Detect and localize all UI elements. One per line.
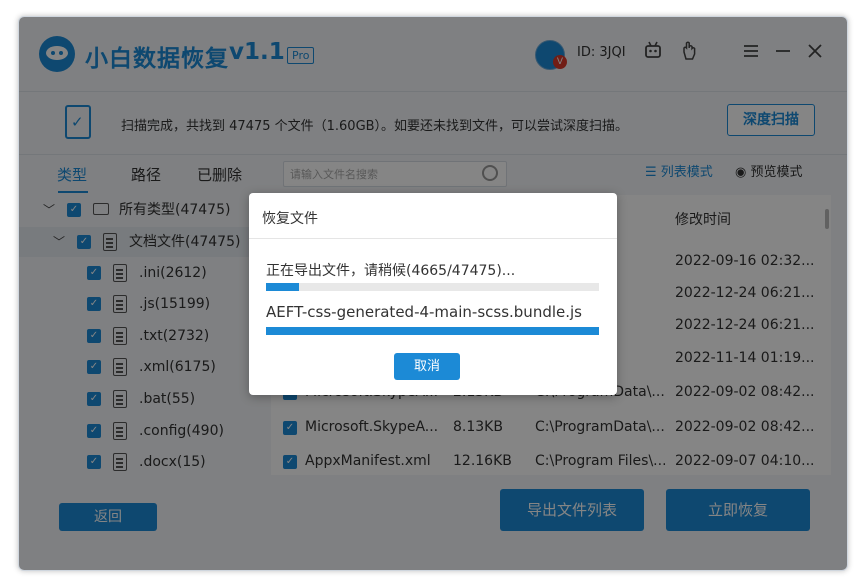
restore-progress-dialog: 恢复文件 正在导出文件，请稍候(4665/47475)... AEFT-css-…	[249, 193, 617, 395]
overall-progress-bar	[266, 283, 599, 291]
dialog-title: 恢复文件	[262, 211, 318, 227]
export-status-text: 正在导出文件，请稍候(4665/47475)...	[266, 263, 516, 279]
current-file-name: AEFT-css-generated-4-main-scss.bundle.js	[266, 303, 582, 321]
app-window: 小白数据恢复 v1.1 Pro V ID: 3JQI ✓ 扫描完成，共找到 47…	[18, 16, 848, 571]
dialog-divider	[249, 238, 617, 239]
file-progress-bar	[266, 327, 599, 335]
overall-progress-fill	[266, 283, 299, 291]
cancel-button[interactable]: 取消	[394, 353, 460, 380]
file-progress-fill	[266, 327, 599, 335]
